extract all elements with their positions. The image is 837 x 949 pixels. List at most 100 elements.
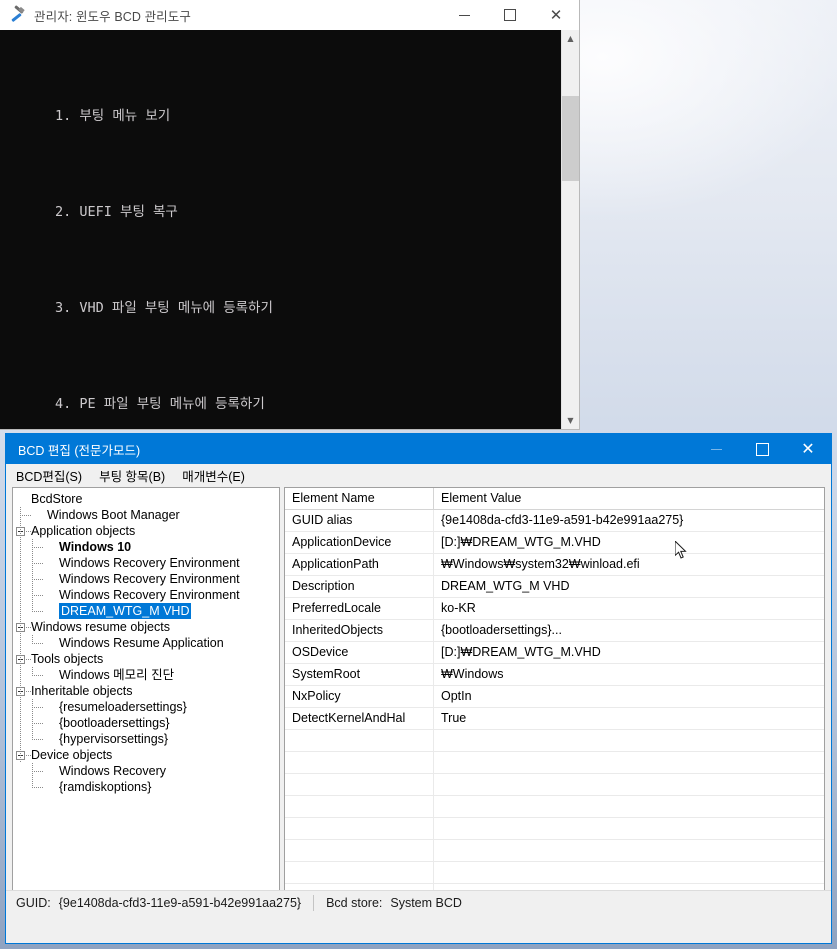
bcd-editor-window[interactable]: BCD 편집 (전문가모드) ✕ BCD편집(S) 부팅 항목(B) 매개변수(…	[5, 433, 832, 944]
tree-item[interactable]: DREAM_WTG_M VHD	[13, 603, 279, 619]
tree-item[interactable]: Windows Recovery Environment	[13, 555, 279, 571]
element-value-cell	[434, 752, 824, 773]
tree-item[interactable]: Windows Recovery Environment	[13, 571, 279, 587]
console-menu-item: 2. UEFI 부팅 복구	[55, 204, 178, 220]
tree-indent-guides	[13, 763, 59, 779]
element-name-cell	[285, 840, 434, 861]
table-row[interactable]: ApplicationDevice [D:]₩DREAM_WTG_M.VHD	[285, 532, 824, 554]
table-row[interactable]: DetectKernelAndHal True	[285, 708, 824, 730]
table-empty-row[interactable]	[285, 752, 824, 774]
tree-indent-guides	[13, 523, 31, 539]
console-menu-item: 3. VHD 파일 부팅 메뉴에 등록하기	[55, 300, 273, 316]
tree-guide-line	[32, 547, 43, 548]
console-window-controls: ✕	[441, 0, 579, 30]
console-scrollbar[interactable]: ▲ ▼	[561, 30, 579, 429]
bcd-maximize-button[interactable]	[739, 434, 785, 464]
tree-guide-line	[32, 771, 43, 772]
tree-guide-line	[26, 627, 31, 628]
tree-guide-line	[32, 763, 33, 788]
table-empty-row[interactable]	[285, 840, 824, 862]
element-name-cell	[285, 752, 434, 773]
bcd-tree-view[interactable]: BcdStore Windows Boot Manager Application …	[12, 487, 280, 907]
tree-item[interactable]: {ramdiskoptions}	[13, 779, 279, 795]
element-value-cell	[434, 730, 824, 751]
tree-item[interactable]: Application objects	[13, 523, 279, 539]
table-header-row: Element Name Element Value	[285, 488, 824, 510]
wrench-tool-icon	[10, 5, 26, 23]
tree-item-label: Windows Boot Manager	[47, 508, 180, 522]
tree-item[interactable]: Windows resume objects	[13, 619, 279, 635]
element-value-cell: {9e1408da-cfd3-11e9-a591-b42e991aa275}	[441, 513, 684, 527]
table-empty-row[interactable]	[285, 818, 824, 840]
console-close-button[interactable]: ✕	[533, 0, 579, 30]
statusbar-store: Bcd store: System BCD	[326, 891, 462, 915]
tree-indent-guides	[13, 651, 31, 667]
table-empty-row[interactable]	[285, 862, 824, 884]
statusbar-guid-value: {9e1408da-cfd3-11e9-a591-b42e991aa275}	[58, 896, 302, 910]
element-value-cell: ko-KR	[441, 601, 476, 615]
table-row[interactable]: ApplicationPath ₩Windows₩system32₩winload…	[285, 554, 824, 576]
chevron-down-icon[interactable]: ▼	[562, 412, 579, 429]
tree-guide-line	[26, 691, 31, 692]
tree-guide-line	[32, 611, 43, 612]
tree-item[interactable]: Inheritable objects	[13, 683, 279, 699]
table-row[interactable]: Description DREAM_WTG_M VHD	[285, 576, 824, 598]
tree-item[interactable]: Windows Resume Application	[13, 635, 279, 651]
menu-bcd-edit[interactable]: BCD편집(S)	[16, 466, 82, 485]
tree-item[interactable]: Tools objects	[13, 651, 279, 667]
tree-guide-line	[32, 595, 43, 596]
menu-parameters[interactable]: 매개변수(E)	[182, 466, 245, 485]
tree-item[interactable]: {hypervisorsettings}	[13, 731, 279, 747]
tree-item-label: Inheritable objects	[31, 684, 133, 698]
element-name-cell: OSDevice	[285, 642, 434, 663]
bcd-close-button[interactable]: ✕	[785, 434, 831, 464]
tree-guide-line	[32, 539, 33, 612]
table-row[interactable]: PreferredLocale ko-KR	[285, 598, 824, 620]
tree-guide-line	[26, 659, 31, 660]
tree-item[interactable]: {bootloadersettings}	[13, 715, 279, 731]
table-empty-row[interactable]	[285, 730, 824, 752]
table-row[interactable]: NxPolicy OptIn	[285, 686, 824, 708]
tree-indent-guides	[13, 619, 31, 635]
bcd-window-title: BCD 편집 (전문가모드)	[18, 443, 141, 458]
table-row[interactable]: OSDevice [D:]₩DREAM_WTG_M.VHD	[285, 642, 824, 664]
tree-item[interactable]: BcdStore	[13, 491, 279, 507]
console-window[interactable]: 관리자: 윈도우 BCD 관리도구 ✕ 1. 부팅 메뉴 보기 2. UEFI …	[0, 0, 579, 429]
statusbar-store-label: Bcd store:	[326, 896, 383, 910]
menu-boot-entry[interactable]: 부팅 항목(B)	[99, 466, 165, 485]
tree-item[interactable]: Device objects	[13, 747, 279, 763]
element-name-cell	[285, 796, 434, 817]
table-empty-row[interactable]	[285, 774, 824, 796]
tree-guide-line	[20, 515, 31, 516]
bcd-menubar: BCD편집(S) 부팅 항목(B) 매개변수(E)	[6, 464, 831, 488]
bcd-titlebar[interactable]: BCD 편집 (전문가모드) ✕	[6, 434, 831, 464]
statusbar-guid: GUID: {9e1408da-cfd3-11e9-a591-b42e991aa…	[6, 891, 301, 915]
tree-indent-guides	[13, 779, 59, 795]
tree-item[interactable]: Windows Boot Manager	[13, 507, 279, 523]
tree-item[interactable]: Windows Recovery	[13, 763, 279, 779]
tree-item[interactable]: {resumeloadersettings}	[13, 699, 279, 715]
table-row[interactable]: SystemRoot ₩Windows	[285, 664, 824, 686]
tree-item[interactable]: Windows 10	[13, 539, 279, 555]
statusbar-store-value: System BCD	[390, 896, 462, 910]
tree-item[interactable]: Windows 메모리 진단	[13, 667, 279, 683]
console-maximize-button[interactable]	[487, 0, 533, 30]
tree-indent-guides	[13, 747, 31, 763]
table-row[interactable]: InheritedObjects {bootloadersettings}...	[285, 620, 824, 642]
console-output-area[interactable]: 1. 부팅 메뉴 보기 2. UEFI 부팅 복구 3. VHD 파일 부팅 메…	[0, 30, 579, 429]
tree-item[interactable]: Windows Recovery Environment	[13, 587, 279, 603]
console-titlebar[interactable]: 관리자: 윈도우 BCD 관리도구 ✕	[0, 0, 579, 31]
statusbar-guid-label: GUID:	[16, 896, 51, 910]
console-scrollbar-thumb[interactable]	[562, 96, 579, 181]
console-minimize-button[interactable]	[441, 0, 487, 30]
chevron-up-icon[interactable]: ▲	[562, 30, 579, 47]
element-name-cell: ApplicationDevice	[285, 532, 434, 553]
table-empty-row[interactable]	[285, 796, 824, 818]
table-row[interactable]: GUID alias {9e1408da-cfd3-11e9-a591-b42e9…	[285, 510, 824, 532]
tree-item-label: Windows resume objects	[31, 620, 170, 634]
bcd-element-table[interactable]: Element Name Element Value GUID alias {9e14…	[284, 487, 825, 907]
element-value-cell	[434, 818, 824, 839]
bcd-minimize-button[interactable]	[693, 434, 739, 464]
tree-guide-line	[32, 739, 43, 740]
tree-guide-line	[32, 667, 33, 676]
